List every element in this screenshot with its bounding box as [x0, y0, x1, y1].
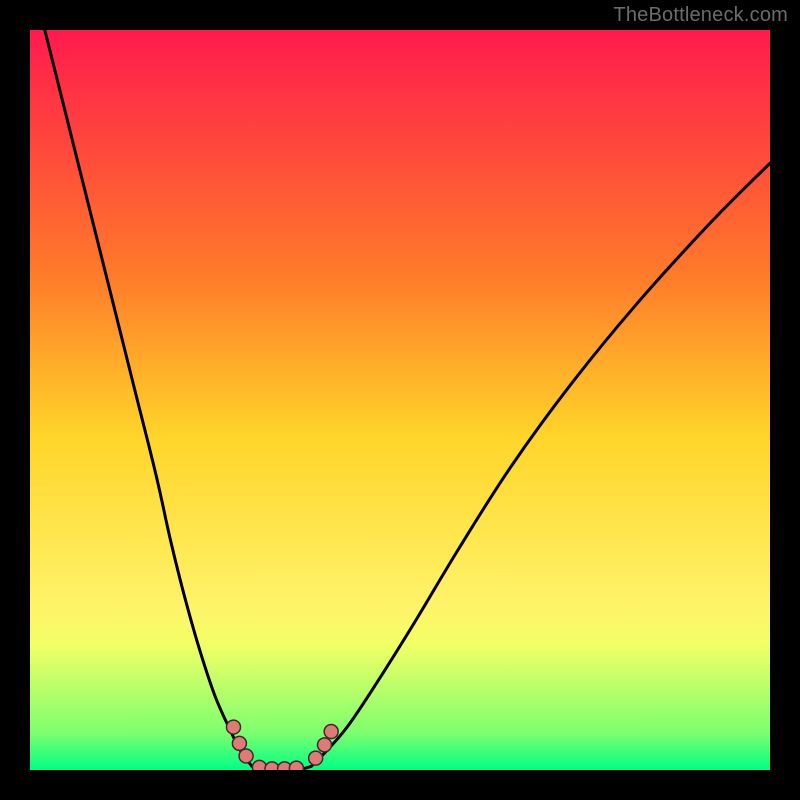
bead-marker [289, 761, 303, 770]
bottleneck-chart [30, 30, 770, 770]
chart-stage: TheBottleneck.com [0, 0, 800, 800]
bead-marker [309, 751, 323, 765]
bead-marker [239, 749, 253, 763]
bead-marker [227, 720, 241, 734]
bead-marker [324, 725, 338, 739]
gradient-background [30, 30, 770, 770]
bead-marker [318, 738, 332, 752]
bead-marker [232, 736, 246, 750]
watermark-text: TheBottleneck.com [613, 4, 788, 27]
